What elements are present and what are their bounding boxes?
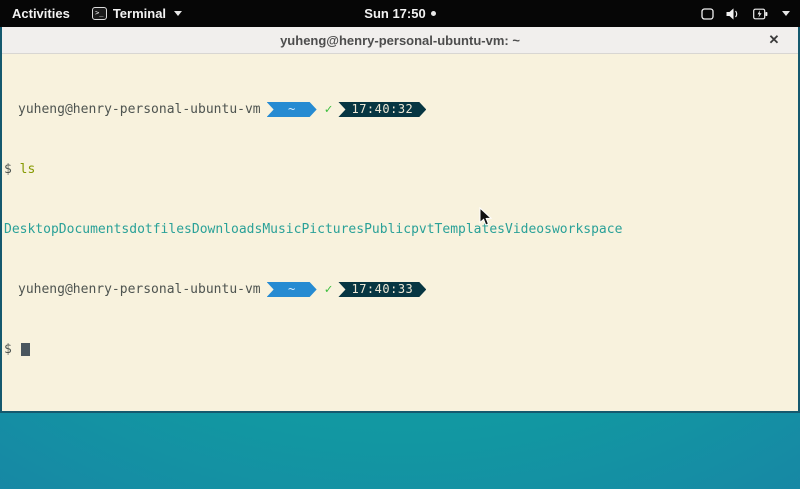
directory-entry: Music: [262, 222, 301, 237]
top-bar: Activities >_ Terminal Sun 17:50: [0, 0, 800, 27]
terminal-window: yuheng@henry-personal-ubuntu-vm: ~ ✕ yuh…: [0, 27, 800, 413]
activities-button[interactable]: Activities: [0, 0, 82, 27]
status-check-icon: ✓: [325, 102, 333, 117]
system-status-area[interactable]: [701, 0, 800, 27]
status-check-icon: ✓: [325, 282, 333, 297]
window-titlebar[interactable]: yuheng@henry-personal-ubuntu-vm: ~ ✕: [2, 27, 798, 54]
volume-icon: [726, 8, 741, 20]
directory-entry: dotfiles: [129, 222, 192, 237]
window-title: yuheng@henry-personal-ubuntu-vm: ~: [280, 33, 520, 48]
command-line: $ ls: [4, 162, 796, 177]
current-prompt-line: $: [4, 342, 796, 357]
directory-entry: workspace: [552, 222, 622, 237]
directory-entry: Templates: [435, 222, 505, 237]
command-text: ls: [20, 162, 36, 177]
prompt-line-2: yuheng@henry-personal-ubuntu-vm ~ ✓ 17:40:3…: [4, 282, 796, 297]
prompt-line-1: yuheng@henry-personal-ubuntu-vm ~ ✓ 17:40:3…: [4, 102, 796, 117]
prompt-user-host: yuheng@henry-personal-ubuntu-vm: [18, 282, 261, 297]
app-menu-terminal[interactable]: >_ Terminal: [82, 0, 192, 27]
prompt-user-host: yuheng@henry-personal-ubuntu-vm: [18, 102, 261, 117]
directory-entry: Videos: [505, 222, 552, 237]
display-icon: [701, 8, 714, 20]
battery-charging-icon: [753, 8, 768, 20]
clock-label: Sun 17:50: [364, 6, 425, 21]
directory-entry: Public: [364, 222, 411, 237]
terminal-cursor: [21, 343, 30, 356]
ls-output-line: Desktop Documents dotfiles Downloads Mus…: [4, 222, 796, 237]
directory-entry: Documents: [59, 222, 129, 237]
dropdown-arrow-icon: [174, 11, 182, 16]
prompt-symbol: $: [4, 162, 20, 177]
terminal-content[interactable]: yuheng@henry-personal-ubuntu-vm ~ ✓ 17:40:3…: [2, 54, 798, 409]
directory-entry: Desktop: [4, 222, 59, 237]
directory-entry: Downloads: [192, 222, 262, 237]
directory-entry: Pictures: [301, 222, 364, 237]
prompt-time-segment: 17:40:32: [338, 102, 426, 117]
close-button[interactable]: ✕: [762, 27, 786, 53]
prompt-symbol: $: [4, 342, 20, 357]
chevron-down-icon: [782, 11, 790, 16]
prompt-path-segment: ~: [267, 102, 317, 117]
directory-entry: pvt: [411, 222, 434, 237]
prompt-time-segment: 17:40:33: [338, 282, 426, 297]
terminal-app-icon: >_: [92, 7, 107, 20]
prompt-path-segment: ~: [267, 282, 317, 297]
notification-dot-icon: [431, 11, 436, 16]
activities-label: Activities: [12, 6, 70, 21]
app-menu-label: Terminal: [113, 6, 166, 21]
